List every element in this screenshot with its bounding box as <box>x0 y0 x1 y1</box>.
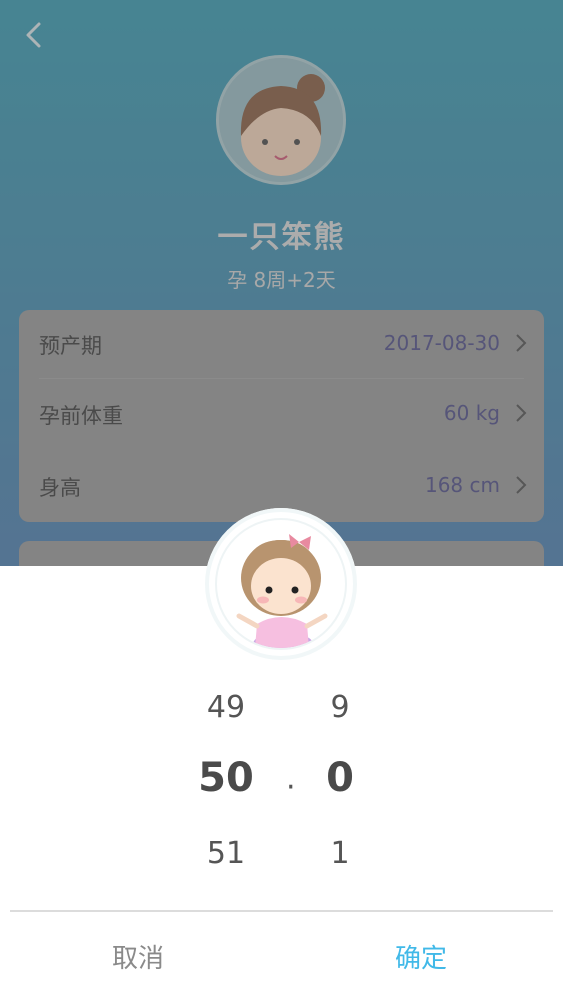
cancel-button[interactable]: 取消 <box>112 938 164 975</box>
picker-illustration <box>205 508 357 660</box>
sheet-divider <box>10 910 553 912</box>
picker-integer-current[interactable]: 50 <box>176 755 276 801</box>
picker-integer-next[interactable]: 51 <box>176 836 276 871</box>
confirm-button[interactable]: 确定 <box>395 938 447 975</box>
picker-integer-prev[interactable]: 49 <box>176 690 276 725</box>
girl-illustration-icon <box>236 534 328 648</box>
picker-decimal-current[interactable]: 0 <box>290 755 390 801</box>
picker-decimal-prev[interactable]: 9 <box>290 690 390 725</box>
picker-decimal-next[interactable]: 1 <box>290 836 390 871</box>
